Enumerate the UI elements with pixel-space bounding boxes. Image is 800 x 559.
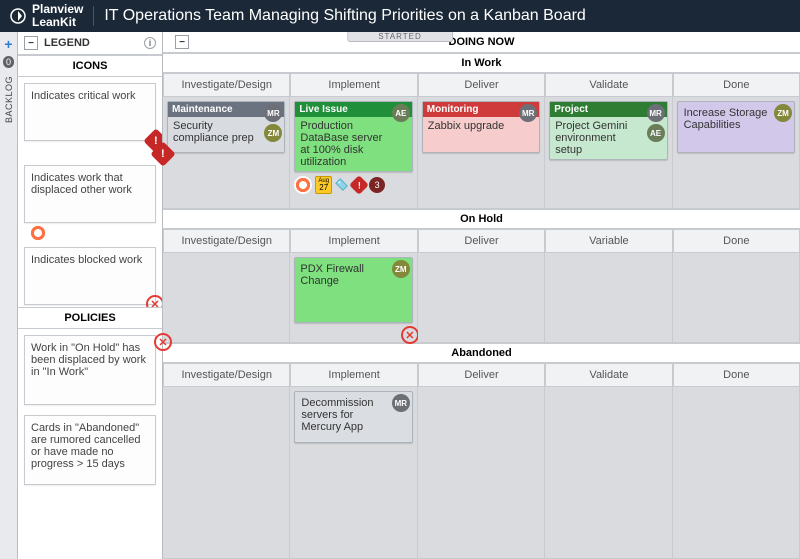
icons-header: ICONS	[18, 55, 162, 77]
policy-card: Cards in "Abandoned" are rumored cancell…	[24, 415, 156, 485]
card-live-issue[interactable]: Live Issue Production DataBase server at…	[294, 101, 412, 172]
tag-icon[interactable]	[335, 178, 349, 192]
legend-card: Indicates critical work !	[24, 83, 156, 141]
cells-onhold: ✕ PDX Firewall Change ZM ✕	[163, 253, 800, 343]
stage-header[interactable]: Deliver	[418, 73, 545, 97]
started-tab[interactable]: STARTED	[347, 32, 453, 42]
stage-row-abandoned: Investigate/Design Implement Deliver Val…	[163, 363, 800, 387]
legend-card: Indicates blocked work ✕	[24, 247, 156, 305]
cell[interactable]: Live Issue Production DataBase server at…	[290, 97, 417, 209]
cell[interactable]: ✕	[163, 253, 290, 343]
policy-text: Work in "On Hold" has been displaced by …	[31, 342, 146, 378]
cell[interactable]: Maintenance Security compliance prep MR …	[163, 97, 290, 209]
card-monitoring[interactable]: Monitoring Zabbix upgrade MR	[422, 101, 540, 153]
legend-column: − LEGEND i ICONS Indicates critical work…	[18, 32, 163, 559]
displaced-icon	[294, 176, 312, 194]
avatar[interactable]: MR	[647, 104, 665, 122]
legend-header: − LEGEND i	[18, 32, 162, 55]
doing-now-header: − DOING NOW	[163, 32, 800, 53]
avatar[interactable]: MR	[392, 394, 410, 412]
blocked-icon: ✕	[401, 326, 419, 344]
legend-icons-body: Indicates critical work ! Indicates work…	[18, 77, 162, 307]
stage-header[interactable]: Implement	[290, 363, 417, 387]
brand: PlanviewLeanKit	[10, 3, 83, 28]
cell[interactable]: PDX Firewall Change ZM ✕	[290, 253, 417, 343]
stage-header[interactable]: Done	[673, 73, 800, 97]
card-maintenance[interactable]: Maintenance Security compliance prep MR …	[167, 101, 285, 153]
lane-title-onhold[interactable]: On Hold	[163, 209, 800, 229]
separator	[93, 6, 94, 26]
cell[interactable]	[418, 253, 545, 343]
cell[interactable]: Project Project Gemini environment setup…	[545, 97, 672, 209]
policy-text: Cards in "Abandoned" are rumored cancell…	[31, 422, 140, 470]
cell[interactable]	[673, 253, 800, 343]
legend-title: LEGEND	[44, 37, 90, 49]
left-rail: + 0 BACKLOG	[0, 32, 18, 559]
backlog-count[interactable]: 0	[3, 56, 14, 68]
collapse-icon[interactable]: −	[24, 36, 38, 50]
stage-header[interactable]: Investigate/Design	[163, 229, 290, 253]
legend-card: Indicates work that displaced other work	[24, 165, 156, 223]
backlog-label[interactable]: BACKLOG	[4, 76, 14, 123]
avatar[interactable]: ZM	[392, 260, 410, 278]
counter-badge[interactable]: 3	[369, 177, 385, 193]
blocked-icon: ✕	[146, 295, 162, 307]
top-bar: PlanviewLeanKit IT Operations Team Manag…	[0, 0, 800, 32]
critical-icon: !	[150, 141, 175, 166]
board-column: − DOING NOW In Work Investigate/Design I…	[163, 32, 800, 559]
avatar[interactable]: ZM	[774, 104, 792, 122]
stage-row-onhold: Investigate/Design Implement Deliver Var…	[163, 229, 800, 253]
stage-header[interactable]: Investigate/Design	[163, 363, 290, 387]
card-body: Production DataBase server at 100% disk …	[295, 117, 411, 171]
brand-line2: LeanKit	[32, 16, 83, 29]
cell[interactable]	[163, 387, 290, 559]
cell[interactable]	[545, 253, 672, 343]
card-storage[interactable]: Increase Storage Capabilities ZM	[677, 101, 795, 153]
lane-title-abandoned[interactable]: Abandoned	[163, 343, 800, 363]
cell[interactable]	[418, 387, 545, 559]
doing-now-title: DOING NOW	[449, 36, 515, 48]
stage-row-inwork: Investigate/Design Implement Deliver Val…	[163, 73, 800, 97]
cell[interactable]: Monitoring Zabbix upgrade MR	[418, 97, 545, 209]
avatar[interactable]: AE	[647, 124, 665, 142]
legend-policies-body: Work in "On Hold" has been displaced by …	[18, 329, 162, 559]
stage-header[interactable]: Implement	[290, 73, 417, 97]
add-icon[interactable]: +	[4, 36, 12, 52]
cell[interactable]: Increase Storage Capabilities ZM	[673, 97, 800, 209]
card-project[interactable]: Project Project Gemini environment setup…	[549, 101, 667, 160]
stage-header[interactable]: Validate	[545, 73, 672, 97]
stage-header[interactable]: Done	[673, 363, 800, 387]
card-decommission[interactable]: Decommission servers for Mercury App MR	[294, 391, 412, 443]
board-title: IT Operations Team Managing Shifting Pri…	[104, 7, 585, 25]
lane-title-inwork[interactable]: In Work	[163, 53, 800, 73]
stage-header[interactable]: Validate	[545, 363, 672, 387]
stage-header[interactable]: Investigate/Design	[163, 73, 290, 97]
info-icon[interactable]: i	[144, 37, 156, 49]
legend-card-text: Indicates work that displaced other work	[31, 172, 132, 196]
displaced-icon	[29, 224, 47, 242]
stage-header[interactable]: Done	[673, 229, 800, 253]
cell[interactable]	[545, 387, 672, 559]
date-chip[interactable]: Aug27	[315, 176, 332, 194]
stage-header[interactable]: Deliver	[418, 363, 545, 387]
cell[interactable]: Decommission servers for Mercury App MR	[290, 387, 417, 559]
brand-logo	[10, 8, 26, 24]
cells-inwork: Maintenance Security compliance prep MR …	[163, 97, 800, 209]
cells-abandoned: Decommission servers for Mercury App MR	[163, 387, 800, 559]
stage-header[interactable]: Variable	[545, 229, 672, 253]
policy-card: Work in "On Hold" has been displaced by …	[24, 335, 156, 405]
blocked-icon: ✕	[154, 333, 172, 351]
card-pdx[interactable]: PDX Firewall Change ZM	[294, 257, 412, 323]
critical-icon: !	[349, 175, 369, 195]
avatar[interactable]: AE	[392, 104, 410, 122]
legend-card-text: Indicates blocked work	[31, 254, 142, 266]
stage-header[interactable]: Implement	[290, 229, 417, 253]
cell[interactable]	[673, 387, 800, 559]
legend-card-text: Indicates critical work	[31, 90, 136, 102]
policies-header: POLICIES	[18, 307, 162, 329]
stage-header[interactable]: Deliver	[418, 229, 545, 253]
